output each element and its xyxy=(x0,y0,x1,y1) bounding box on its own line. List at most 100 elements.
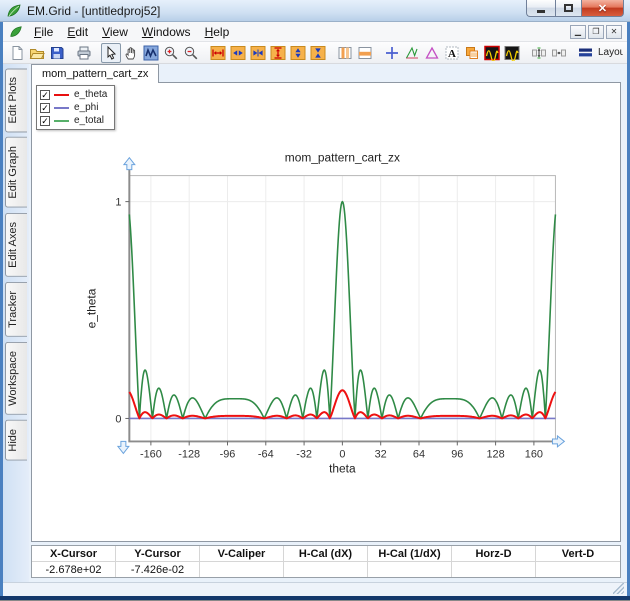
legend-checkbox-e_theta[interactable]: ✓ xyxy=(40,90,50,100)
close-button[interactable]: ✕ xyxy=(582,0,624,17)
crosshair-button[interactable] xyxy=(382,43,402,63)
axes-tool-button[interactable] xyxy=(402,43,422,63)
svg-text:mom_pattern_cart_zx: mom_pattern_cart_zx xyxy=(285,151,400,165)
split-columns-button[interactable] xyxy=(335,43,355,63)
graph-style-active-button[interactable] xyxy=(482,43,502,63)
minimize-icon xyxy=(537,10,545,13)
svg-text:0: 0 xyxy=(339,448,345,460)
cursor-table-header-h-cal-1-dx-: H-Cal (1/dX) xyxy=(368,546,452,562)
plot-canvas[interactable]: -160-128-96-64-32032649612816001mom_patt… xyxy=(32,83,620,541)
svg-text:theta: theta xyxy=(329,461,356,475)
overlay-plots-button[interactable] xyxy=(462,43,482,63)
axes-tool-icon xyxy=(404,45,420,61)
cursor-table-header-h-cal-dx-: H-Cal (dX) xyxy=(284,546,368,562)
text-a-icon: A xyxy=(444,45,460,61)
svg-text:160: 160 xyxy=(525,448,543,460)
cursor-table-value-4 xyxy=(368,562,452,577)
caliper-icon xyxy=(424,45,440,61)
new-file-button[interactable] xyxy=(7,43,27,63)
menu-edit[interactable]: Edit xyxy=(60,23,95,41)
crosshair-icon xyxy=(384,45,400,61)
text-label-button[interactable]: A xyxy=(442,43,462,63)
menu-file[interactable]: File xyxy=(27,23,60,41)
legend-checkbox-e_phi[interactable]: ✓ xyxy=(40,103,50,113)
sidebar-tab-edit-plots[interactable]: Edit Plots xyxy=(5,68,27,132)
overlay-squares-icon xyxy=(464,45,480,61)
pan-hand-button[interactable] xyxy=(121,43,141,63)
cursor-readout-table: X-CursorY-CursorV-CaliperH-Cal (dX)H-Cal… xyxy=(31,545,621,578)
select-cursor-button[interactable] xyxy=(101,43,121,63)
cursor-table-header-y-cursor: Y-Cursor xyxy=(116,546,200,562)
toolbar: ALayout xyxy=(3,42,627,64)
layout-icon xyxy=(578,45,594,61)
zoom-in-button[interactable] xyxy=(161,43,181,63)
h-shrink-button[interactable] xyxy=(248,43,268,63)
mdi-restore-button[interactable]: ❐ xyxy=(588,25,604,39)
svg-text:32: 32 xyxy=(375,448,387,460)
legend-line-swatch-e_phi xyxy=(54,107,69,109)
maximize-button[interactable] xyxy=(555,0,582,17)
svg-text:-32: -32 xyxy=(296,448,312,460)
minimize-button[interactable] xyxy=(526,0,555,17)
plot-page: -160-128-96-64-32032649612816001mom_patt… xyxy=(31,82,621,542)
menu-windows[interactable]: Windows xyxy=(135,23,198,41)
h-expand-button[interactable] xyxy=(208,43,228,63)
graph-style-button[interactable] xyxy=(502,43,522,63)
cursor-icon xyxy=(103,45,119,61)
sidebar-tab-tracker[interactable]: Tracker xyxy=(5,282,27,337)
zoom-in-icon xyxy=(163,45,179,61)
svg-text:64: 64 xyxy=(413,448,425,460)
print-button[interactable] xyxy=(74,43,94,63)
v-grow-button[interactable] xyxy=(288,43,308,63)
maximize-icon xyxy=(564,4,573,12)
fit-plot-button[interactable] xyxy=(141,43,161,63)
legend-label-e_total: e_total xyxy=(74,115,104,126)
h-spacing-button[interactable] xyxy=(549,43,569,63)
h-grow-button[interactable] xyxy=(228,43,248,63)
legend-label-e_theta: e_theta xyxy=(74,89,107,100)
menu-view[interactable]: View xyxy=(95,23,135,41)
menu-help[interactable]: Help xyxy=(198,23,237,41)
svg-text:0: 0 xyxy=(115,413,121,425)
sidebar-tab-workspace[interactable]: Workspace xyxy=(5,342,27,415)
v-expand-button[interactable] xyxy=(268,43,288,63)
layout-button[interactable] xyxy=(576,43,596,63)
svg-text:-160: -160 xyxy=(140,448,162,460)
h-expand-icon xyxy=(210,45,226,61)
v-space-icon xyxy=(531,45,547,61)
sidebar-tab-strip: Edit Plots Edit Graph Edit Axes Tracker Work… xyxy=(3,64,29,582)
zoom-out-button[interactable] xyxy=(181,43,201,63)
status-bar xyxy=(3,582,627,596)
folder-open-icon xyxy=(29,45,45,61)
svg-text:128: 128 xyxy=(486,448,504,460)
open-file-button[interactable] xyxy=(27,43,47,63)
split-rows-button[interactable] xyxy=(355,43,375,63)
v-shrink-button[interactable] xyxy=(308,43,328,63)
document-tab[interactable]: mom_pattern_cart_zx xyxy=(31,64,159,83)
legend-row-e_theta: ✓ e_theta xyxy=(40,88,107,101)
resize-grip[interactable] xyxy=(613,583,624,594)
window-title: EM.Grid - [untitledproj52] xyxy=(27,4,160,18)
wave-dark-icon xyxy=(504,45,520,61)
save-icon xyxy=(49,45,65,61)
wave-dark-red-icon xyxy=(484,45,500,61)
sidebar-tab-hide[interactable]: Hide xyxy=(5,420,27,461)
split-cols-icon xyxy=(337,45,353,61)
app-window: EM.Grid - [untitledproj52] ✕ FileEditVie… xyxy=(0,0,630,600)
cursor-table-value-5 xyxy=(452,562,536,577)
sidebar-tab-edit-axes[interactable]: Edit Axes xyxy=(5,213,27,277)
sidebar-tab-edit-graph[interactable]: Edit Graph xyxy=(5,137,27,208)
v-expand-icon xyxy=(270,45,286,61)
save-button[interactable] xyxy=(47,43,67,63)
v-out-icon xyxy=(290,45,306,61)
cursor-table-header-x-cursor: X-Cursor xyxy=(32,546,116,562)
legend-checkbox-e_total[interactable]: ✓ xyxy=(40,116,50,126)
v-spacing-button[interactable] xyxy=(529,43,549,63)
cursor-table-header-vert-d: Vert-D xyxy=(536,546,620,562)
caliper-button[interactable] xyxy=(422,43,442,63)
mdi-close-button[interactable]: ✕ xyxy=(606,25,622,39)
mdi-minimize-button[interactable]: ▁ xyxy=(570,25,586,39)
svg-text:1: 1 xyxy=(115,197,121,209)
svg-text:96: 96 xyxy=(451,448,463,460)
caption-buttons: ✕ xyxy=(526,0,624,17)
